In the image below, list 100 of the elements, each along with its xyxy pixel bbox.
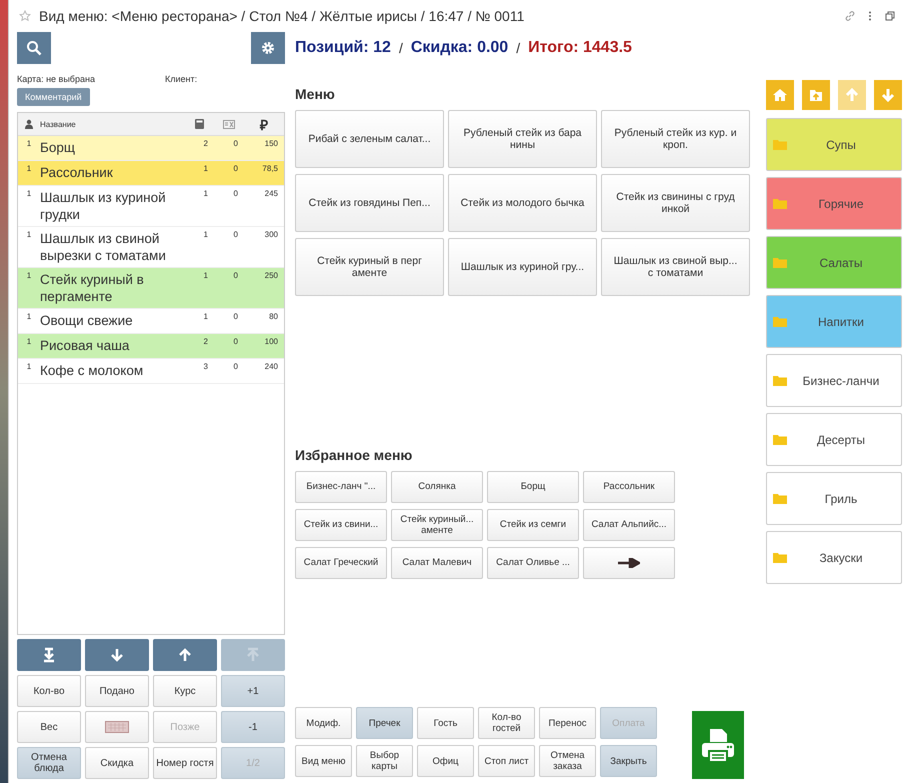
category-button[interactable]: Десерты bbox=[766, 413, 902, 466]
category-button[interactable]: Напитки bbox=[766, 295, 902, 348]
table-cell-text: 0 bbox=[232, 230, 239, 241]
category-button[interactable]: Гриль bbox=[766, 472, 902, 525]
table-cell-text: 0 bbox=[232, 362, 239, 373]
print-button[interactable] bbox=[692, 711, 744, 779]
down-arrow-button[interactable] bbox=[85, 639, 149, 671]
quantity-cell-text: 1 bbox=[202, 312, 209, 323]
menu-item-button[interactable]: Рубленый стейк из кур. и кроп. bbox=[601, 110, 750, 168]
action-button[interactable]: Отмена блюда bbox=[17, 747, 81, 779]
dish-name: Стейк куриный в пергаменте bbox=[40, 271, 145, 305]
action-button[interactable]: Кол-во гостей bbox=[478, 707, 535, 739]
menu-item-button[interactable]: Стейк куриный в перг аменте bbox=[295, 238, 444, 296]
favorite-item-button[interactable]: Салат Оливье ... bbox=[487, 546, 579, 578]
action-button[interactable]: Закрыть bbox=[600, 745, 657, 777]
arrow-icon bbox=[880, 87, 896, 103]
action-button[interactable]: +1 bbox=[221, 675, 285, 707]
price-cell-text: 150 bbox=[264, 139, 279, 150]
action-button[interactable]: Подано bbox=[85, 675, 149, 707]
menu-item-button[interactable]: Стейк из свинины с груд инкой bbox=[601, 174, 750, 232]
menu-item-button[interactable]: Шашлык из свиной выр... с томатами bbox=[601, 238, 750, 296]
section-title: Избранное меню bbox=[295, 446, 414, 462]
window-title: Вид меню: <Меню ресторана> / Стол №4 / Жёлтые ирисы / 16:47 / № 0011 bbox=[39, 8, 526, 24]
folder-icon bbox=[773, 434, 787, 445]
dish-name: Рисовая чаша bbox=[40, 337, 130, 355]
row-marker: 1 bbox=[26, 139, 32, 150]
quantity-cell-text: 2 bbox=[202, 139, 209, 150]
arrow-icon bbox=[109, 647, 125, 663]
menu-item-button[interactable]: Рибай с зеленым салат... bbox=[295, 110, 444, 168]
category-button[interactable]: Салаты bbox=[766, 236, 902, 289]
action-button[interactable]: Офиц bbox=[417, 745, 474, 777]
favorite-item-button[interactable]: Салат Греческий bbox=[295, 546, 387, 578]
folder-icon bbox=[773, 257, 787, 268]
action-button[interactable]: Отмена заказа bbox=[539, 745, 596, 777]
right-arrow-icon bbox=[618, 558, 640, 568]
up-arrow-button[interactable] bbox=[153, 639, 217, 671]
dish-name: Овощи свежие bbox=[40, 312, 134, 330]
settings-button[interactable] bbox=[251, 32, 285, 64]
category-button[interactable]: Супы bbox=[766, 118, 902, 171]
column-header: ₽ bbox=[260, 116, 268, 134]
arrow-icon bbox=[177, 647, 193, 663]
link-icon[interactable] bbox=[844, 10, 856, 22]
menu-item-button[interactable]: Рубленый стейк из бара нины bbox=[448, 110, 597, 168]
action-button[interactable]: Гость bbox=[417, 707, 474, 739]
action-button[interactable]: Модиф. bbox=[295, 707, 352, 739]
category-button[interactable]: Бизнес-ланчи bbox=[766, 354, 902, 407]
row-marker: 1 bbox=[26, 271, 32, 282]
action-button[interactable]: -1 bbox=[221, 711, 285, 743]
menu-item-button[interactable]: Стейк из говядины Пеп... bbox=[295, 174, 444, 232]
home-icon bbox=[772, 87, 788, 103]
next-page-button[interactable] bbox=[583, 546, 675, 578]
order-row[interactable]: 1 Рассольник 1 0 78,5 bbox=[18, 161, 284, 186]
price-cell-text: 245 bbox=[264, 189, 279, 200]
favorite-item-button[interactable]: Борщ bbox=[487, 470, 579, 502]
favorite-item-button[interactable]: Салат Малевич bbox=[391, 546, 483, 578]
folder-icon bbox=[773, 139, 787, 150]
order-row[interactable]: 1 Стейк куриный в пергаменте 1 0 250 bbox=[18, 268, 284, 309]
row-marker: 1 bbox=[26, 337, 32, 348]
action-button[interactable]: Вес bbox=[17, 711, 81, 743]
keyboard-button[interactable] bbox=[85, 711, 149, 743]
keyboard-icon bbox=[105, 721, 129, 733]
action-button[interactable]: Перенос bbox=[539, 707, 596, 739]
arrow-icon bbox=[41, 647, 57, 663]
favorite-item-button[interactable]: Бизнес-ланч "... bbox=[295, 470, 387, 502]
action-button[interactable]: Курс bbox=[153, 675, 217, 707]
positions-count: Позиций: 12 bbox=[295, 39, 391, 57]
client-label: Клиент: bbox=[164, 74, 198, 84]
action-button[interactable]: Вид меню bbox=[295, 745, 352, 777]
order-row[interactable]: 1 Борщ 2 0 150 bbox=[18, 136, 284, 161]
table-cell-text: 0 bbox=[232, 164, 239, 175]
quantity-cell-text: 3 bbox=[202, 362, 209, 373]
category-button[interactable]: Закуски bbox=[766, 531, 902, 584]
favorite-item-button[interactable]: Рассольник bbox=[583, 470, 675, 502]
menu-item-button[interactable]: Шашлык из куриной гру... bbox=[448, 238, 597, 296]
row-marker: 1 bbox=[26, 362, 32, 373]
favorite-item-button[interactable]: Стейк куриный... аменте bbox=[391, 508, 483, 540]
action-button[interactable]: Скидка bbox=[85, 747, 149, 779]
section-title: Меню bbox=[295, 86, 336, 102]
action-button[interactable]: Кол-во bbox=[17, 675, 81, 707]
to-bottom-arrow-button[interactable] bbox=[17, 639, 81, 671]
action-button[interactable]: Пречек bbox=[356, 707, 413, 739]
action-button[interactable]: Номер гостя bbox=[153, 747, 217, 779]
printer-icon bbox=[701, 727, 735, 763]
category-button[interactable]: Горячие bbox=[766, 177, 902, 230]
card-label: Карта: не выбрана bbox=[17, 74, 95, 84]
favorite-item-button[interactable]: Стейк из семги bbox=[487, 508, 579, 540]
discount-value: Скидка: 0.00 bbox=[410, 39, 508, 57]
restore-icon[interactable] bbox=[884, 10, 896, 22]
favorite-item-button[interactable]: Солянка bbox=[391, 470, 483, 502]
row-marker: 1 bbox=[26, 312, 32, 323]
favorite-item-button[interactable]: Салат Альпийс... bbox=[583, 508, 675, 540]
row-marker: 1 bbox=[26, 189, 32, 200]
menu-item-button[interactable]: Стейк из молодого бычка bbox=[448, 174, 597, 232]
order-row[interactable]: 1 Рисовая чаша 2 0 100 bbox=[18, 334, 284, 359]
table-cell-text: 0 bbox=[232, 337, 239, 348]
action-button[interactable]: Выбор карты bbox=[356, 745, 413, 777]
favorite-item-button[interactable]: Стейк из свини... bbox=[295, 508, 387, 540]
search-button[interactable] bbox=[17, 32, 51, 64]
action-button[interactable]: Стоп лист bbox=[478, 745, 535, 777]
price-cell-text: 250 bbox=[264, 271, 279, 282]
